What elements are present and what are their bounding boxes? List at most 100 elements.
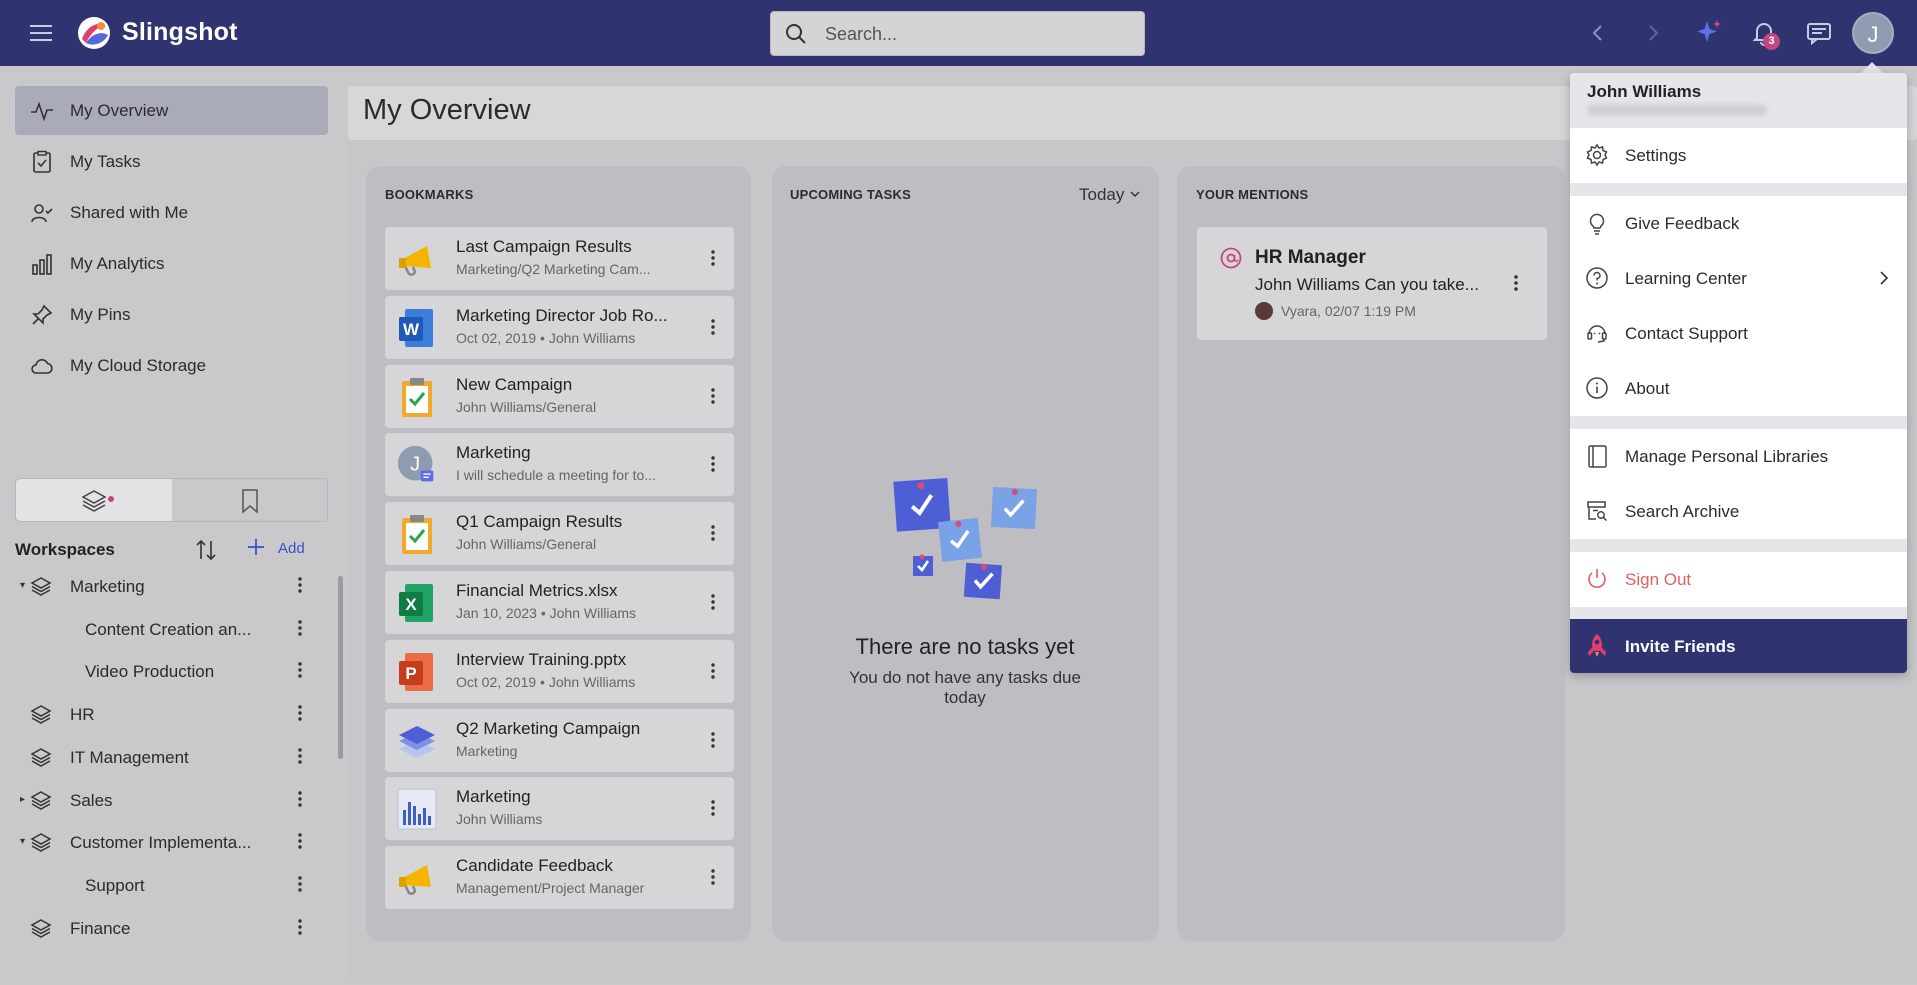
bookmark-item[interactable]: Candidate Feedback Management/Project Man… xyxy=(385,846,734,910)
tasks-filter-dropdown[interactable]: Today xyxy=(1079,185,1141,205)
workspace-item[interactable]: IT Management xyxy=(15,736,315,778)
hamburger-menu-icon[interactable] xyxy=(30,22,54,44)
search-box[interactable] xyxy=(770,11,1145,56)
bookmark-item[interactable]: X Financial Metrics.xlsx Jan 10, 2023 • Jo… xyxy=(385,571,734,634)
sidebar-item-my-overview[interactable]: My Overview xyxy=(15,86,328,135)
kebab-menu-icon[interactable] xyxy=(290,703,310,723)
kebab-menu-icon[interactable] xyxy=(703,317,723,337)
sort-icon[interactable] xyxy=(193,537,219,563)
headset-icon xyxy=(1585,321,1609,345)
bookmark-item[interactable]: W Marketing Director Job Ro... Oct 02, 201… xyxy=(385,295,734,359)
kebab-menu-icon[interactable] xyxy=(703,867,723,887)
kebab-menu-icon[interactable] xyxy=(703,523,723,543)
menu-item-contact-support[interactable]: Contact Support xyxy=(1570,306,1907,361)
kebab-menu-icon[interactable] xyxy=(703,248,723,268)
mention-card[interactable]: HR Manager John Williams Can you take...… xyxy=(1197,227,1547,340)
plus-icon xyxy=(248,539,264,555)
user-avatar[interactable]: J xyxy=(1852,12,1894,54)
bookmark-item[interactable]: New Campaign John Williams/General xyxy=(385,364,734,428)
workspace-item[interactable]: Content Creation an... xyxy=(15,608,315,650)
activity-icon xyxy=(30,99,54,123)
bookmark-item[interactable]: Marketing John Williams xyxy=(385,777,734,841)
workspace-item[interactable]: ▸ Sales xyxy=(15,779,315,821)
menu-item-about[interactable]: About xyxy=(1570,361,1907,416)
caret-down-icon[interactable]: ▾ xyxy=(20,580,25,591)
workspace-item-label: Video Production xyxy=(85,662,215,681)
kebab-menu-icon[interactable] xyxy=(290,618,310,638)
forward-arrow-icon[interactable] xyxy=(1638,18,1668,48)
menu-item-settings[interactable]: Settings xyxy=(1570,128,1907,183)
kebab-menu-icon[interactable] xyxy=(290,831,310,851)
sidebar-item-label: My Analytics xyxy=(70,254,165,273)
workspace-item[interactable]: Finance xyxy=(15,907,315,949)
sidebar-item-my-analytics[interactable]: My Analytics xyxy=(15,239,328,288)
sidebar-item-label: Shared with Me xyxy=(70,203,189,222)
chat-icon[interactable] xyxy=(1804,18,1834,48)
megaphone-icon xyxy=(397,857,437,899)
empty-tasks-subtitle: You do not have any tasks due today xyxy=(849,668,1081,707)
bookmark-item[interactable]: Q1 Campaign Results John Williams/General xyxy=(385,502,734,566)
lightbulb-icon xyxy=(1585,211,1609,235)
bookmark-item[interactable]: Q2 Marketing Campaign Marketing xyxy=(385,708,734,772)
kebab-menu-icon[interactable] xyxy=(703,661,723,681)
kebab-menu-icon[interactable] xyxy=(290,917,310,937)
kebab-menu-icon[interactable] xyxy=(1506,273,1526,293)
kebab-menu-icon[interactable] xyxy=(290,660,310,680)
workspace-item-label: HR xyxy=(70,705,95,724)
mention-at-icon xyxy=(1220,247,1242,269)
workspace-item[interactable]: Video Production xyxy=(15,650,315,692)
search-input[interactable] xyxy=(825,22,1125,46)
caret-down-icon[interactable]: ▾ xyxy=(20,836,25,847)
invite-friends-button[interactable]: Invite Friends xyxy=(1570,619,1907,673)
menu-item-sign-out[interactable]: Sign Out xyxy=(1570,552,1907,607)
kebab-menu-icon[interactable] xyxy=(290,746,310,766)
bookmark-item[interactable]: J Marketing I will schedule a meeting for … xyxy=(385,433,734,497)
bookmarks-view-tab[interactable] xyxy=(172,479,327,521)
kebab-menu-icon[interactable] xyxy=(703,454,723,474)
kebab-menu-icon[interactable] xyxy=(703,798,723,818)
kebab-menu-icon[interactable] xyxy=(290,789,310,809)
user-menu-dropdown: John Williams Settings Give Feedback Lea… xyxy=(1570,73,1907,673)
caret-right-icon[interactable]: ▸ xyxy=(20,794,25,805)
mention-title: HR Manager xyxy=(1255,247,1366,268)
bookmark-item[interactable]: Last Campaign Results Marketing/Q2 Market… xyxy=(385,227,734,290)
menu-item-manage-personal-libraries[interactable]: Manage Personal Libraries xyxy=(1570,429,1907,484)
bookmark-title: Marketing xyxy=(456,787,531,807)
kebab-menu-icon[interactable] xyxy=(703,592,723,612)
workspaces-view-tab[interactable] xyxy=(16,479,172,521)
workspace-item[interactable]: HR xyxy=(15,693,315,735)
bookmark-item[interactable]: P Interview Training.pptx Oct 02, 2019 • J… xyxy=(385,639,734,703)
sidebar-scrollbar[interactable] xyxy=(338,576,343,759)
svg-text:W: W xyxy=(403,320,420,339)
info-icon xyxy=(1585,376,1609,400)
menu-item-label: Contact Support xyxy=(1625,324,1748,343)
workspace-item[interactable]: Support xyxy=(15,864,315,906)
top-bar: Slingshot 3 J xyxy=(0,0,1917,66)
kebab-menu-icon[interactable] xyxy=(703,730,723,750)
kebab-menu-icon[interactable] xyxy=(290,575,310,595)
menu-item-give-feedback[interactable]: Give Feedback xyxy=(1570,196,1907,251)
user-menu-name: John Williams xyxy=(1587,82,1702,101)
page-title: My Overview xyxy=(363,94,531,126)
bookmark-subtitle: John Williams/General xyxy=(456,398,597,415)
back-arrow-icon[interactable] xyxy=(1583,18,1613,48)
add-workspace-button[interactable]: Add xyxy=(245,536,305,558)
sidebar-item-my-tasks[interactable]: My Tasks xyxy=(15,137,328,186)
workspace-item[interactable]: ▾ Customer Implementa... xyxy=(15,821,315,863)
bar-chart-icon xyxy=(30,252,54,276)
kebab-menu-icon[interactable] xyxy=(703,386,723,406)
menu-item-learning-center[interactable]: Learning Center xyxy=(1570,251,1907,306)
menu-item-search-archive[interactable]: Search Archive xyxy=(1570,484,1907,539)
sidebar-item-my-pins[interactable]: My Pins xyxy=(15,290,328,339)
archive-search-icon xyxy=(1585,499,1609,523)
menu-item-label: Settings xyxy=(1625,146,1687,165)
layers-icon xyxy=(397,720,437,762)
chevron-down-icon xyxy=(1130,191,1140,198)
sidebar-item-my-cloud-storage[interactable]: My Cloud Storage xyxy=(15,341,328,390)
sidebar-item-shared-with-me[interactable]: Shared with Me xyxy=(15,188,328,237)
kebab-menu-icon[interactable] xyxy=(290,874,310,894)
bookmark-subtitle: Marketing xyxy=(456,742,518,759)
ai-sparkle-icon[interactable] xyxy=(1694,18,1724,48)
user-menu-header: John Williams xyxy=(1570,73,1907,128)
workspace-item[interactable]: ▾ Marketing xyxy=(15,565,315,607)
